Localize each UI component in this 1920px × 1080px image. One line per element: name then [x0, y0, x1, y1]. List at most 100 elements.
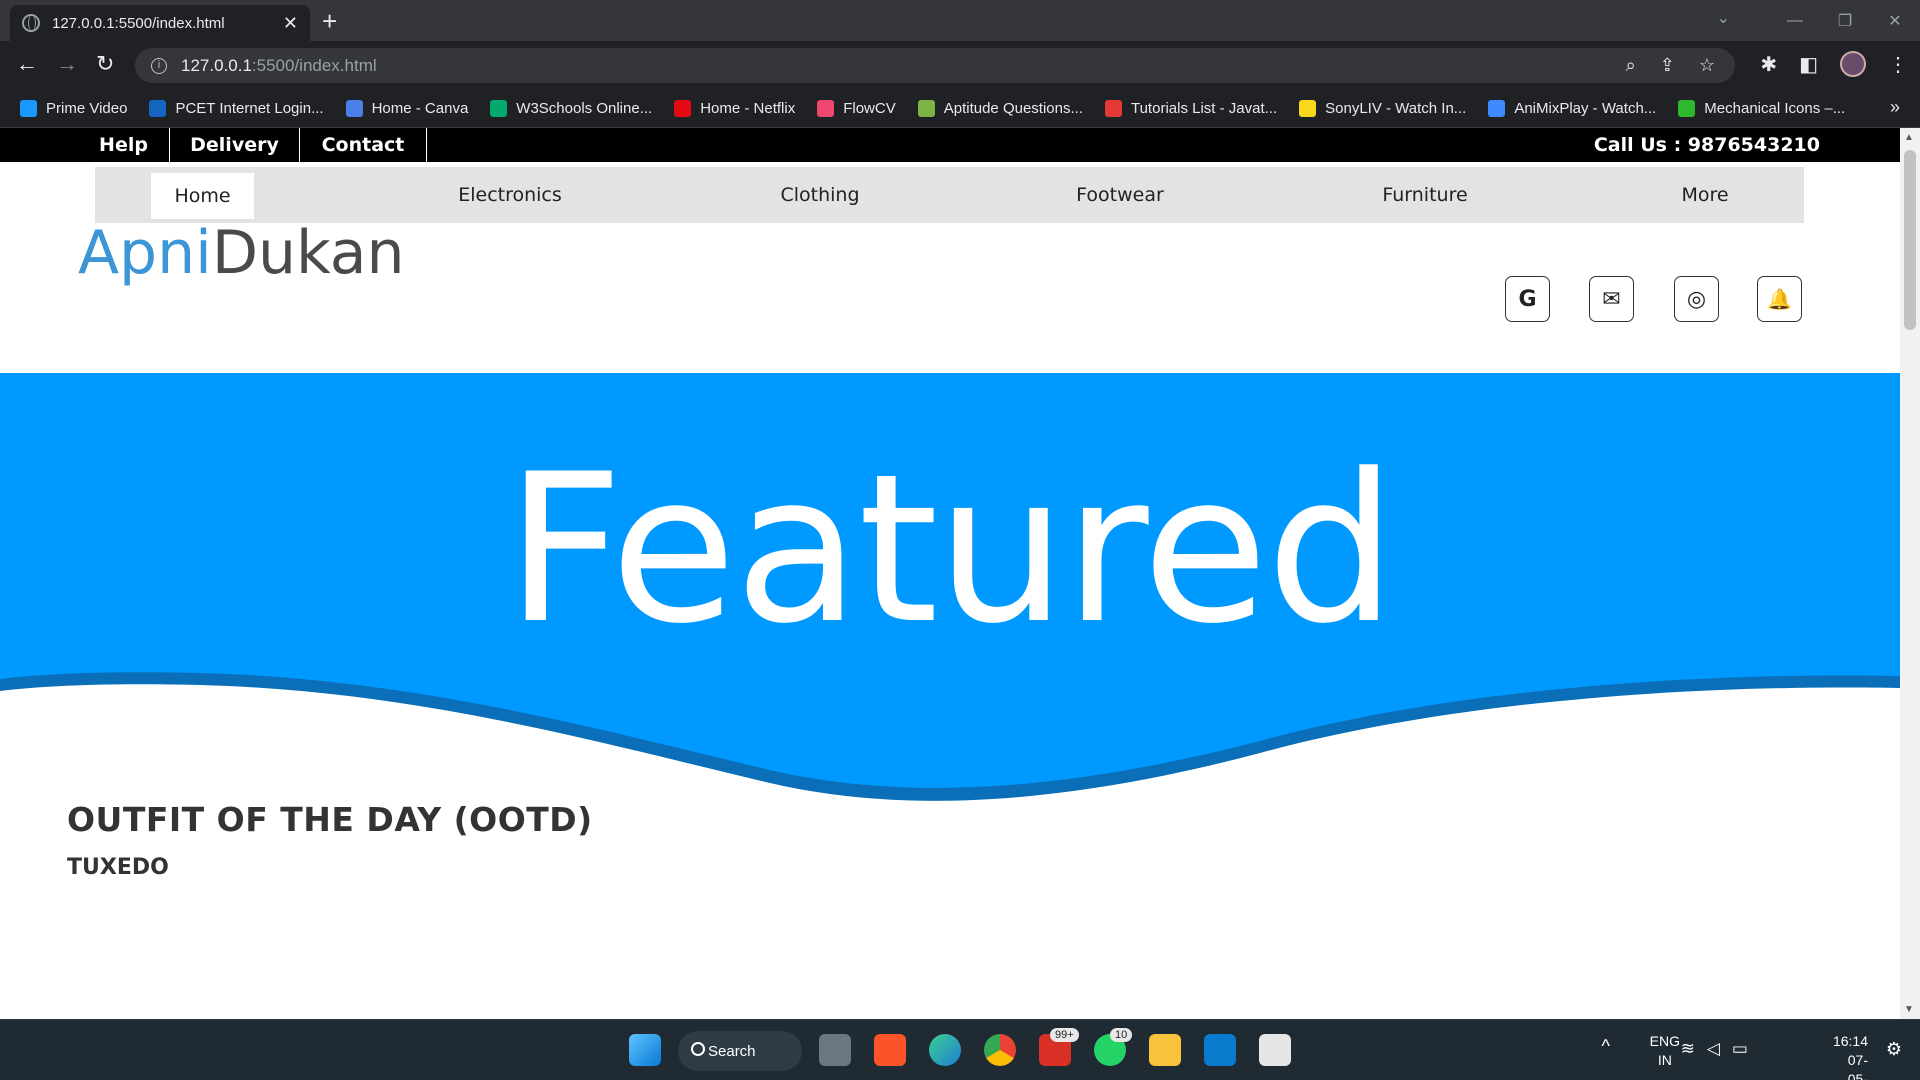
bookmark-item[interactable]: SonyLIV - Watch In...: [1299, 99, 1467, 117]
search-icon: [691, 1042, 705, 1056]
bookmark-item[interactable]: Prime Video: [20, 99, 127, 117]
web-page: Help Delivery Contact Call Us : 98765432…: [0, 128, 1900, 1019]
bookmark-label: SonyLIV - Watch In...: [1325, 99, 1467, 117]
bookmark-favicon-icon: [1104, 99, 1122, 117]
bookmark-favicon-icon: [490, 99, 508, 117]
nav-home[interactable]: Home: [151, 173, 254, 219]
section-title: OUTFIT OF THE DAY (OOTD): [67, 800, 593, 839]
file-explorer-icon[interactable]: [1149, 1034, 1181, 1066]
bookmark-star-icon[interactable]: ☆: [1699, 55, 1715, 76]
share-icon[interactable]: ⇪: [1660, 55, 1675, 76]
site-logo[interactable]: ApniDukan: [78, 218, 405, 288]
clock[interactable]: 16:14 07-05-2023: [1833, 1032, 1868, 1080]
url-path: :5500/index.html: [251, 55, 377, 75]
nav-clothing[interactable]: Clothing: [755, 167, 885, 223]
tray-overflow-icon[interactable]: ^: [1602, 1036, 1610, 1057]
bookmark-label: Home - Canva: [371, 99, 469, 117]
bookmark-label: Mechanical Icons –...: [1704, 99, 1846, 117]
back-icon[interactable]: ←: [16, 51, 38, 77]
globe-icon: [22, 14, 40, 32]
side-panel-icon[interactable]: ◧: [1799, 52, 1818, 77]
chrome-icon[interactable]: [984, 1034, 1016, 1066]
scroll-up-icon[interactable]: ▲: [1904, 132, 1914, 143]
bookmark-favicon-icon: [674, 99, 692, 117]
clock-date: 07-05-2023: [1847, 1052, 1868, 1080]
mail-icon[interactable]: ✉: [1589, 276, 1634, 322]
bookmark-favicon-icon: [1299, 99, 1317, 117]
bookmark-label: FlowCV: [843, 99, 896, 117]
nav-more[interactable]: More: [1655, 167, 1755, 223]
snipping-tool-icon[interactable]: [1259, 1034, 1291, 1066]
profile-avatar[interactable]: [1840, 51, 1866, 77]
bookmark-favicon-icon: [20, 99, 37, 117]
bookmarks-bar: Prime Video PCET Internet Login... Home - …: [0, 89, 1920, 128]
windows-taskbar: Search 99+ 10 ^ ENG IN ≋◁▭ 16:14 07-05-2…: [0, 1019, 1920, 1080]
bookmark-item[interactable]: PCET Internet Login...: [149, 99, 324, 117]
nav-furniture[interactable]: Furniture: [1360, 167, 1490, 223]
taskbar-search[interactable]: Search: [678, 1031, 802, 1071]
bookmark-label: Home - Netflix: [700, 99, 796, 117]
bookmark-favicon-icon: [1678, 99, 1696, 117]
bookmark-item[interactable]: AniMixPlay - Watch...: [1488, 99, 1657, 117]
bookmark-label: Tutorials List - Javat...: [1130, 99, 1278, 117]
bookmark-item[interactable]: Tutorials List - Javat...: [1104, 99, 1278, 117]
bookmark-favicon-icon: [345, 99, 363, 117]
start-icon[interactable]: [629, 1034, 661, 1066]
featured-hero: Featured: [0, 373, 1900, 833]
call-us-text: Call Us : 9876543210: [1593, 134, 1820, 156]
bookmark-label: Aptitude Questions...: [943, 99, 1083, 117]
contact-link[interactable]: Contact: [300, 128, 427, 162]
address-bar[interactable]: i 127.0.0.1:5500/index.html ⌕ ⇪ ☆: [135, 48, 1735, 83]
bookmark-item[interactable]: Aptitude Questions...: [917, 99, 1083, 117]
bookmark-item[interactable]: Mechanical Icons –...: [1678, 99, 1846, 117]
taskbar-search-label: Search: [708, 1042, 756, 1060]
network-volume-battery-icons[interactable]: ≋◁▭: [1681, 1039, 1760, 1059]
zoom-icon[interactable]: ⌕: [1626, 55, 1636, 76]
language-indicator[interactable]: ENG IN: [1650, 1032, 1680, 1070]
scroll-thumb[interactable]: [1904, 150, 1916, 330]
bookmark-item[interactable]: W3Schools Online...: [490, 99, 653, 117]
new-tab-button[interactable]: +: [322, 6, 337, 36]
window-controls: — ❐ ✕: [1770, 0, 1920, 41]
nav-electronics[interactable]: Electronics: [435, 167, 585, 223]
nav-footwear[interactable]: Footwear: [1055, 167, 1185, 223]
browser-titlebar: 127.0.0.1:5500/index.html ✕ + ⌄ — ❐ ✕: [0, 0, 1920, 41]
help-link[interactable]: Help: [78, 128, 170, 162]
brave-icon[interactable]: [874, 1034, 906, 1066]
bookmarks-overflow-icon[interactable]: »: [1890, 97, 1900, 118]
task-view-icon[interactable]: [819, 1034, 851, 1066]
minimize-icon[interactable]: —: [1770, 12, 1820, 30]
bookmark-label: W3Schools Online...: [516, 99, 653, 117]
vscode-icon[interactable]: [1204, 1034, 1236, 1066]
bookmark-label: AniMixPlay - Watch...: [1514, 99, 1657, 117]
restore-icon[interactable]: ❐: [1820, 11, 1870, 31]
instagram-icon[interactable]: ◎: [1674, 276, 1719, 322]
scroll-down-icon[interactable]: ▼: [1904, 1004, 1914, 1015]
bell-icon[interactable]: 🔔: [1757, 276, 1802, 322]
reload-icon[interactable]: ↻: [96, 51, 114, 77]
extensions-icon[interactable]: ✱: [1760, 52, 1777, 77]
bookmark-item[interactable]: Home - Netflix: [674, 99, 796, 117]
browser-tab[interactable]: 127.0.0.1:5500/index.html ✕: [10, 5, 310, 41]
tab-search-icon[interactable]: ⌄: [1717, 8, 1730, 28]
hero-title: Featured: [505, 431, 1397, 669]
bookmark-favicon-icon: [1488, 99, 1506, 117]
edge-icon[interactable]: [929, 1034, 961, 1066]
menu-icon[interactable]: ⋮: [1888, 52, 1908, 77]
bookmark-item[interactable]: FlowCV: [817, 99, 896, 117]
notification-icon[interactable]: ⚙: [1886, 1039, 1902, 1060]
delivery-link[interactable]: Delivery: [170, 128, 300, 162]
lang-code: ENG: [1649, 1033, 1680, 1049]
site-info-icon[interactable]: i: [151, 57, 167, 74]
forward-icon[interactable]: →: [56, 51, 78, 77]
bookmark-item[interactable]: Home - Canva: [345, 99, 469, 117]
browser-toolbar: ← → ↻ i 127.0.0.1:5500/index.html ⌕ ⇪ ☆ …: [0, 41, 1920, 89]
section-subtitle: TUXEDO: [67, 855, 169, 880]
tab-close-icon[interactable]: ✕: [283, 13, 298, 34]
bookmark-favicon-icon: [817, 99, 835, 117]
category-nav: Home Electronics Clothing Footwear Furni…: [95, 167, 1804, 223]
close-window-icon[interactable]: ✕: [1870, 11, 1920, 31]
tab-title: 127.0.0.1:5500/index.html: [52, 14, 225, 32]
google-icon[interactable]: G: [1505, 276, 1550, 322]
page-scrollbar[interactable]: ▲ ▼: [1900, 128, 1920, 1019]
